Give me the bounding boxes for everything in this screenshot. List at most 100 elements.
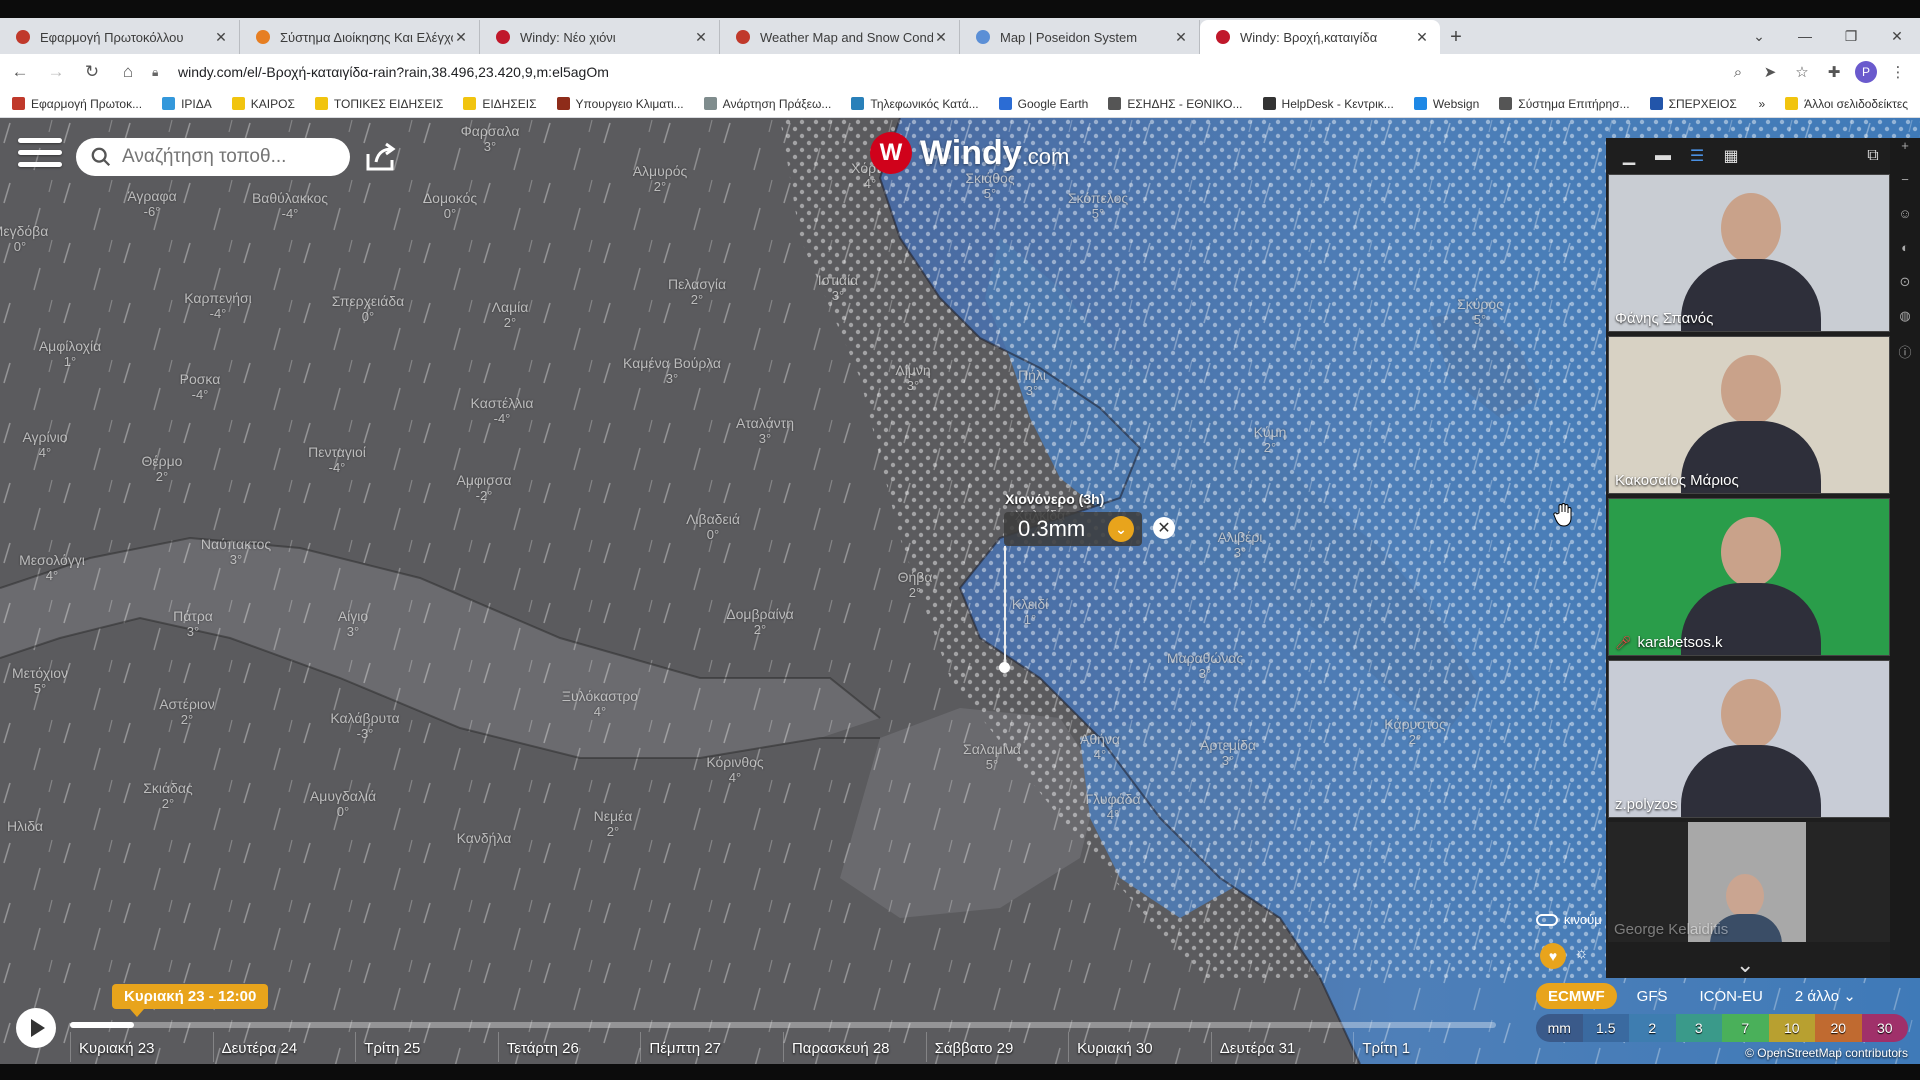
city-label[interactable]: Αταλάντη 3° (736, 415, 794, 447)
info-icon[interactable]: ⓘ (1890, 342, 1920, 376)
city-label[interactable]: Λίμνη 3° (895, 362, 930, 394)
city-label[interactable]: Σκόπελος 5° (1068, 190, 1128, 222)
city-label[interactable]: Κανδήλα (457, 830, 512, 846)
minus-icon[interactable]: − (1890, 172, 1920, 206)
popout-icon[interactable]: ⧉ (1856, 147, 1890, 165)
city-label[interactable]: Καλάβρυτα -3° (330, 710, 399, 742)
city-label[interactable]: Πάτρα 3° (173, 608, 213, 640)
browser-tab[interactable]: Εφαρμογή Πρωτοκόλλου ✕ (0, 20, 240, 54)
tab-close-icon[interactable]: ✕ (453, 29, 469, 46)
city-label[interactable]: Καστέλλια -4° (471, 395, 534, 427)
city-label[interactable]: Μετόχιον 5° (12, 665, 68, 697)
tab-close-icon[interactable]: ✕ (693, 29, 709, 46)
city-label[interactable]: Άγραφα -6° (127, 188, 176, 220)
timeline-day[interactable]: Δευτέρα 31 (1210, 1032, 1354, 1062)
bookmark-item[interactable]: Websign (1413, 97, 1479, 111)
forward-icon[interactable]: → (40, 56, 72, 88)
bookmark-item[interactable]: ΕΙΔΗΣΕΙΣ (463, 97, 537, 111)
city-label[interactable]: Πήλι 3° (1018, 367, 1046, 399)
timeline-day[interactable]: Τετάρτη 26 (497, 1032, 641, 1062)
city-label[interactable]: Δομοκός 0° (423, 190, 477, 222)
tab-close-icon[interactable]: ✕ (1173, 29, 1189, 46)
city-label[interactable]: Σπερχειάδα 0° (332, 293, 405, 325)
layers-icon[interactable]: ◐ (1890, 240, 1920, 274)
city-label[interactable]: Κύμη 2° (1254, 424, 1287, 456)
city-label[interactable]: Μεσολόγγι 4° (19, 552, 85, 584)
bookmark-item[interactable]: ΕΣΗΔΗΣ - ΕΘΝΙΚΟ... (1108, 97, 1243, 111)
city-label[interactable]: Αλιβέρι 3° (1218, 529, 1263, 561)
city-label[interactable]: Σκύρος 5° (1457, 296, 1503, 328)
address-bar[interactable]: 🔒︎ windy.com/el/-Βροχή-καταιγίδα-rain?ra… (152, 58, 1714, 86)
animation-toggle[interactable]: κινούμ (1536, 912, 1602, 927)
city-label[interactable]: Αμφίλοχία 1° (39, 338, 101, 370)
browser-tab[interactable]: Weather Map and Snow Conditio ✕ (720, 20, 960, 54)
city-label[interactable]: Αμφισσα -2° (457, 472, 512, 504)
city-label[interactable]: Αθήνα 4° (1080, 731, 1120, 763)
menu-icon[interactable] (18, 138, 62, 174)
bookmark-item[interactable]: ΣΠΕΡΧΕΙΟΣ (1649, 97, 1737, 111)
star-icon[interactable]: ☆ (1786, 63, 1818, 81)
video-tile-last[interactable]: George Kelaiditis (1608, 822, 1890, 942)
timeline-day[interactable]: Κυριακή 23 (70, 1032, 213, 1062)
browser-tab[interactable]: Map | Poseidon System ✕ (960, 20, 1200, 54)
bookmark-item[interactable]: Google Earth (998, 97, 1088, 111)
city-label[interactable]: Ηλιδα (7, 818, 43, 834)
legend-unit[interactable]: mm (1536, 1014, 1583, 1042)
extensions-icon[interactable]: ✚ (1818, 63, 1850, 81)
city-label[interactable]: Κλειδί 1° (1012, 596, 1049, 628)
heart-icon[interactable]: ♥ (1540, 943, 1566, 969)
bookmark-item[interactable]: Τηλεφωνικός Κατά... (851, 97, 979, 111)
city-label[interactable]: Βαθύλακκος -4° (252, 190, 328, 222)
model-option[interactable]: ECMWF (1536, 983, 1617, 1009)
model-option[interactable]: GFS (1625, 983, 1680, 1009)
bookmarks-more[interactable]: » Άλλοι σελιδοδείκτες (1758, 97, 1908, 111)
bookmark-item[interactable]: Εφαρμογή Πρωτοκ... (12, 97, 142, 111)
play-button[interactable] (16, 1008, 56, 1048)
timeline-track[interactable] (70, 1022, 1496, 1028)
city-label[interactable]: Δομβραίνα 2° (726, 606, 794, 638)
city-label[interactable]: Κόρινθος 4° (706, 754, 763, 786)
video-tile[interactable]: Κακοσαίος Μάριος (1608, 336, 1890, 494)
city-label[interactable]: Αγρίνιο 4° (22, 429, 67, 461)
pin-icon[interactable]: ⊙ (1890, 274, 1920, 308)
city-label[interactable]: Γλυφάδα 4° (1085, 791, 1140, 823)
city-label[interactable]: Θήβα 2° (898, 569, 933, 601)
city-label[interactable]: Νεμέα 2° (594, 808, 633, 840)
city-label[interactable]: Σαλαμίνα 5° (963, 741, 1021, 773)
precip-popup[interactable]: 0.3mm ⌄ (1004, 512, 1142, 546)
search-input[interactable] (122, 146, 332, 168)
new-tab-button[interactable]: + (1440, 20, 1472, 54)
city-label[interactable]: Πενταγιοί -4° (308, 444, 366, 476)
video-tile[interactable]: z.polyzos (1608, 660, 1890, 818)
timeline-day[interactable]: Τρίτη 1 (1353, 1032, 1496, 1062)
plus-icon[interactable]: + (1890, 138, 1920, 172)
bookmark-item[interactable]: ΚΑΙΡΟΣ (231, 97, 295, 111)
tab-search-icon[interactable]: ⌄ (1736, 28, 1782, 45)
home-icon[interactable]: ⌂ (112, 56, 144, 88)
share-icon[interactable] (364, 142, 398, 172)
attribution[interactable]: © OpenStreetMap contributors (1745, 1046, 1908, 1060)
city-label[interactable]: Μαραθώνας 3° (1167, 650, 1243, 682)
timeline-day[interactable]: Σάββατο 29 (925, 1032, 1069, 1062)
browser-tab[interactable]: Windy: Νέο χιόνι ✕ (480, 20, 720, 54)
profile-avatar[interactable]: P (1855, 61, 1877, 83)
gallery-view-icon[interactable]: ▦ (1714, 146, 1748, 166)
browser-tab[interactable]: Windy: Βροχή,καταιγίδα ✕ (1200, 20, 1440, 54)
city-label[interactable]: Μεγδόβα0° (0, 223, 48, 255)
globe-icon[interactable]: ◍ (1890, 308, 1920, 342)
video-tile[interactable]: 🎤︎ karabetsos.k (1608, 498, 1890, 656)
city-label[interactable]: Αρτεμίδα 3° (1200, 737, 1256, 769)
model-option[interactable]: 2 άλλο ⌄ (1783, 983, 1868, 1009)
bookmark-item[interactable]: Ανάρτηση Πράξεω... (703, 97, 831, 111)
city-label[interactable]: Ξυλόκαστρο 4° (562, 688, 638, 720)
bookmark-item[interactable]: HelpDesk - Κεντρικ... (1262, 97, 1394, 111)
reactions-icon[interactable]: ☺ (1890, 206, 1920, 240)
city-label[interactable]: Ροσκα -4° (180, 371, 221, 403)
more-participants-icon[interactable]: ⌄ (1736, 952, 1754, 978)
timeline-day[interactable]: Δευτέρα 24 (212, 1032, 356, 1062)
city-label[interactable]: Αμυγδαλιά 0° (310, 788, 376, 820)
sun-icon[interactable]: ☼ (1574, 945, 1589, 963)
city-label[interactable]: Θέρμο 2° (142, 453, 183, 485)
bookmark-item[interactable]: ΙΡΙΔΑ (162, 97, 212, 111)
bookmark-item[interactable]: ΤΟΠΙΚΕΣ ΕΙΔΗΣΕΙΣ (314, 97, 443, 111)
